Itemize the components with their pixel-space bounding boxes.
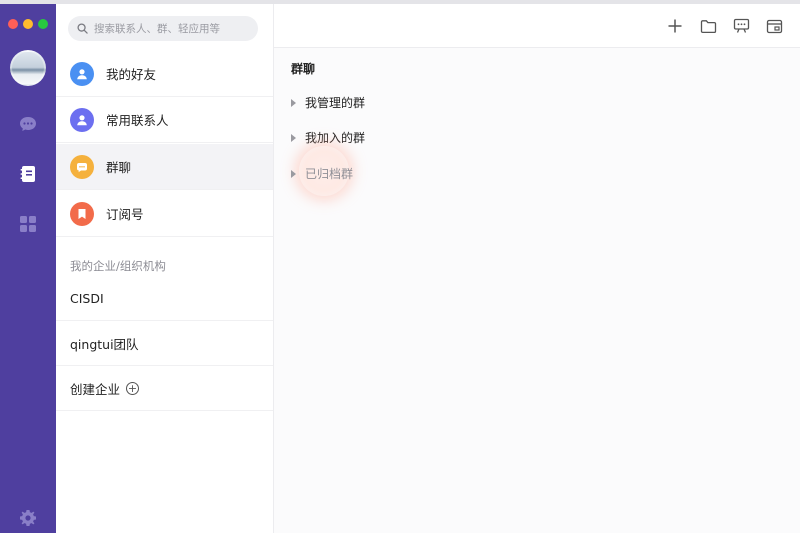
search-icon: [77, 23, 88, 34]
window-icon: [766, 19, 782, 33]
rail-contacts-button[interactable]: [16, 162, 40, 186]
org-section-title: 我的企业/组织机构: [70, 259, 166, 273]
presentation-button[interactable]: [732, 17, 750, 35]
group-category-label: 我加入的群: [305, 131, 366, 145]
bookmark-icon: [70, 201, 94, 226]
rail-chat-button[interactable]: [16, 112, 40, 136]
sidebar-item-label: 常用联系人: [106, 113, 169, 128]
sidebar-item-group-chats[interactable]: 群聊: [56, 144, 273, 190]
group-chat-icon: [70, 154, 94, 179]
left-rail: [0, 4, 56, 533]
group-category-label: 已归档群: [305, 167, 354, 181]
sidebar-item-label: 订阅号: [106, 207, 144, 222]
app-window: 我的好友 常用联系人 群聊 订阅号 我的企业/组织机构 CISDI qingtu…: [0, 0, 800, 533]
window-controls: [8, 19, 48, 29]
expand-arrow-icon: [291, 133, 296, 142]
page-title: 群聊: [291, 62, 316, 76]
group-category-managed[interactable]: 我管理的群: [291, 94, 365, 111]
folder-icon: [700, 19, 716, 33]
sidebar-item-label: 群聊: [106, 160, 132, 175]
sidebar-item-subscriptions[interactable]: 订阅号: [56, 191, 273, 237]
main-panel: 群聊 我管理的群 我加入的群 已归档群: [274, 48, 800, 533]
presentation-icon: [733, 18, 749, 33]
person-icon: [70, 107, 94, 132]
plus-icon: [668, 19, 682, 33]
group-category-joined[interactable]: 我加入的群: [291, 129, 365, 146]
chat-bubble-icon: [20, 117, 36, 131]
add-button[interactable]: [666, 17, 684, 35]
sidebar-item-friends[interactable]: 我的好友: [56, 51, 273, 97]
search-input[interactable]: [94, 22, 254, 35]
org-item[interactable]: qingtui团队: [56, 322, 273, 366]
contacts-book-icon: [20, 166, 35, 182]
group-category-label: 我管理的群: [305, 96, 366, 110]
zoom-window-button[interactable]: [38, 19, 48, 29]
user-avatar[interactable]: [10, 50, 46, 86]
top-toolbar: [274, 4, 800, 48]
org-item[interactable]: CISDI: [56, 277, 273, 321]
org-item-label: qingtui团队: [70, 337, 139, 352]
expand-arrow-icon: [291, 169, 296, 178]
expand-arrow-icon: [291, 98, 296, 107]
create-org-label: 创建企业: [70, 382, 121, 397]
rail-settings-button[interactable]: [16, 506, 40, 530]
add-circle-icon: +: [126, 382, 140, 395]
grid-icon: [20, 216, 36, 232]
rail-apps-button[interactable]: [16, 212, 40, 236]
group-category-archived[interactable]: 已归档群: [291, 165, 353, 182]
search-box[interactable]: [68, 16, 258, 41]
create-org-button[interactable]: 创建企业 +: [56, 367, 273, 411]
org-item-label: CISDI: [70, 291, 104, 306]
close-window-button[interactable]: [8, 19, 18, 29]
files-button[interactable]: [699, 17, 717, 35]
contacts-sidebar: 我的好友 常用联系人 群聊 订阅号 我的企业/组织机构 CISDI qingtu…: [56, 4, 274, 533]
window-button[interactable]: [765, 17, 783, 35]
minimize-window-button[interactable]: [23, 19, 33, 29]
sidebar-item-frequent-contacts[interactable]: 常用联系人: [56, 97, 273, 143]
gear-icon: [20, 510, 36, 526]
person-icon: [70, 61, 94, 86]
sidebar-item-label: 我的好友: [106, 67, 157, 82]
